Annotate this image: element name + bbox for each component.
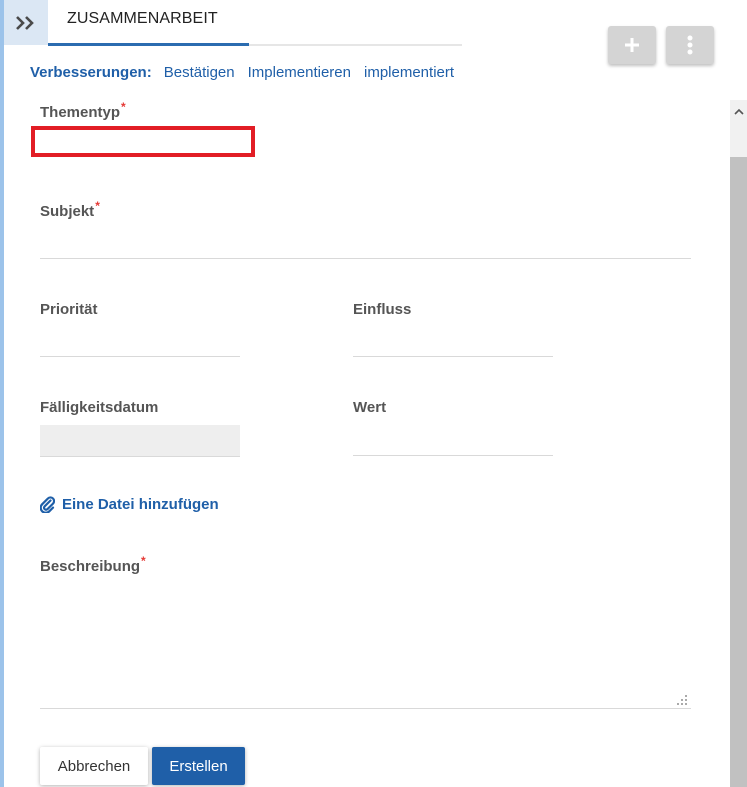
einfluss-label: Einfluss	[353, 301, 412, 318]
chevron-up-icon	[733, 108, 744, 115]
vertical-dots-icon	[687, 35, 693, 55]
expand-panel-button[interactable]	[4, 0, 48, 45]
required-marker: *	[141, 554, 146, 568]
double-chevron-right-icon	[16, 15, 34, 30]
required-marker: *	[121, 100, 126, 114]
scroll-up-button[interactable]	[730, 103, 747, 120]
add-button[interactable]	[608, 26, 656, 64]
cancel-button[interactable]: Abbrechen	[40, 747, 148, 785]
prioritaet-select[interactable]	[40, 327, 240, 357]
add-file-link[interactable]: Eine Datei hinzufügen	[40, 496, 219, 513]
tab-zusammenarbeit[interactable]: ZUSAMMENARBEIT	[67, 10, 218, 28]
faelligkeitsdatum-input[interactable]	[40, 425, 240, 457]
subjekt-input[interactable]	[40, 229, 691, 259]
active-tab-indicator	[48, 43, 249, 46]
workflow-label: Verbesserungen:	[30, 64, 152, 81]
einfluss-select[interactable]	[353, 327, 553, 357]
resize-grip-icon[interactable]	[676, 694, 688, 706]
faelligkeitsdatum-label: Fälligkeitsdatum	[40, 399, 159, 416]
scrollbar-thumb[interactable]	[730, 157, 747, 787]
prioritaet-label: Priorität	[40, 301, 98, 318]
tab-bar-divider	[249, 44, 462, 46]
themen-typ-label: Thementyp*	[40, 100, 126, 121]
workflow-bar: Verbesserungen: Bestätigen Implementiere…	[30, 64, 467, 81]
required-marker: *	[95, 199, 100, 213]
subjekt-label: Subjekt*	[40, 199, 100, 220]
more-options-button[interactable]	[666, 26, 714, 64]
beschreibung-textarea[interactable]	[40, 708, 691, 709]
workflow-step-implementieren[interactable]: Implementieren	[248, 64, 351, 81]
wert-label: Wert	[353, 399, 387, 416]
plus-icon	[625, 38, 639, 52]
left-accent-strip	[0, 0, 4, 787]
beschreibung-label: Beschreibung*	[40, 554, 146, 575]
wert-input[interactable]	[353, 426, 553, 456]
workflow-step-implementiert[interactable]: implementiert	[364, 64, 454, 81]
themen-typ-input[interactable]	[31, 126, 255, 157]
workflow-step-bestaetigen[interactable]: Bestätigen	[164, 64, 235, 81]
create-button[interactable]: Erstellen	[152, 747, 245, 785]
paperclip-icon	[40, 496, 55, 513]
